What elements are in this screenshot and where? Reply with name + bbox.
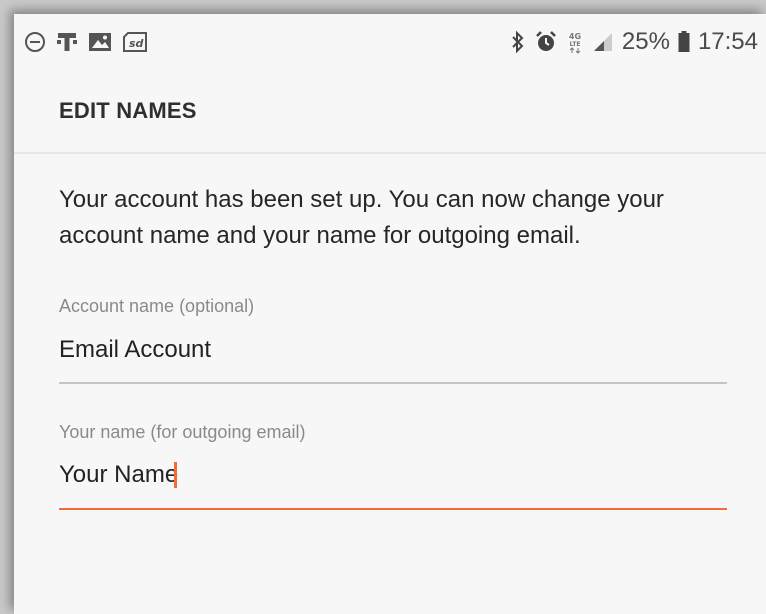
status-clock: 17:54 <box>697 28 758 55</box>
sd-card-icon: sd <box>122 31 148 53</box>
account-name-underline <box>59 382 727 384</box>
signal-icon <box>592 31 614 53</box>
svg-text:LTE: LTE <box>569 41 580 48</box>
page-title: EDIT NAMES <box>59 98 197 123</box>
4g-lte-icon: 4G LTE <box>566 30 584 54</box>
svg-text:4G: 4G <box>569 32 581 41</box>
t-mobile-icon <box>56 30 78 54</box>
gallery-icon <box>88 31 112 53</box>
your-name-label: Your name (for outgoing email) <box>59 422 306 442</box>
battery-percentage: 25% <box>621 28 670 55</box>
your-name-input[interactable] <box>59 453 727 497</box>
status-left-icons: sd <box>14 30 148 54</box>
setup-message: Your account has been set up. You can no… <box>59 186 664 249</box>
do-not-disturb-icon <box>24 31 46 53</box>
status-right-icons: 4G LTE 25% 17:54 <box>510 28 766 56</box>
status-bar: sd 4G LTE 25% 17:54 <box>14 14 766 70</box>
bluetooth-icon <box>510 30 526 54</box>
title-bar: EDIT NAMES <box>14 70 766 154</box>
text-cursor <box>174 462 177 488</box>
alarm-icon <box>534 30 558 54</box>
svg-text:sd: sd <box>129 37 144 50</box>
battery-icon <box>678 31 690 53</box>
account-name-input[interactable] <box>59 328 727 372</box>
app-screen: sd 4G LTE 25% 17:54 EDIT NAMES Your acco… <box>14 14 766 614</box>
your-name-underline <box>59 508 727 510</box>
account-name-label: Account name (optional) <box>59 296 255 316</box>
